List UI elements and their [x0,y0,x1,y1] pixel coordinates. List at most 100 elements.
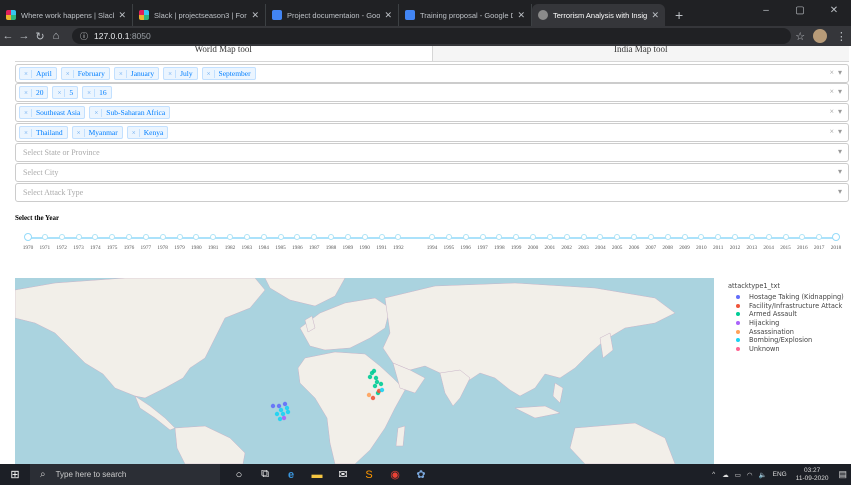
attack-marker[interactable] [374,379,380,385]
slider-dot[interactable] [260,234,267,240]
selected-chip[interactable]: × Kenya [126,126,169,139]
forward-icon[interactable]: → [16,30,32,42]
close-tab-icon[interactable]: ✕ [251,10,259,21]
chevron-down-icon[interactable]: ▾ [838,147,842,156]
slider-dot[interactable] [159,234,166,240]
chip-remove-icon[interactable]: × [119,69,127,78]
year-tick-label[interactable]: 2007 [646,245,657,251]
attack-type-dropdown[interactable]: Select Attack Type ▾ [15,183,849,202]
windows-start-icon[interactable]: ⊞ [0,468,30,481]
year-tick-label[interactable]: 1988 [326,245,337,251]
year-tick-label[interactable]: 1984 [258,245,269,251]
back-icon[interactable]: ← [0,30,16,42]
year-range-slider[interactable] [24,233,840,241]
attack-marker[interactable] [270,403,276,409]
state-dropdown[interactable]: Select State or Province ▾ [15,143,849,162]
selected-chip[interactable]: × Thailand [19,126,68,139]
slider-dot[interactable] [328,234,334,240]
chip-remove-icon[interactable]: × [24,88,32,97]
attack-marker[interactable] [367,374,373,380]
month-dropdown[interactable]: × April × February × January × July × September ×… [15,64,849,83]
attack-marker[interactable] [378,381,384,387]
browser-tab-active[interactable]: Terrorism Analysis with Insights ✕ [532,4,665,26]
legend-item[interactable]: Unknown [728,345,844,354]
slider-dot[interactable] [563,234,570,240]
browser-tab[interactable]: Project documentaion - Google D ✕ [266,4,399,26]
country-dropdown[interactable]: × Thailand × Myanmar × Kenya × ▾ [15,123,849,142]
clear-icon[interactable]: × [829,107,834,116]
legend-item[interactable]: Hijacking [728,319,844,328]
chevron-down-icon[interactable]: ▾ [838,127,842,136]
slider-handle-end[interactable] [832,233,840,241]
year-tick-label[interactable]: 1999 [511,245,522,251]
chip-remove-icon[interactable]: × [207,69,215,78]
year-tick-label[interactable]: 2011 [713,245,723,251]
bookmark-star-icon[interactable]: ☆ [795,30,805,43]
year-tick-label[interactable]: 2010 [696,245,707,251]
world-map[interactable] [15,278,714,464]
chevron-down-icon[interactable]: ▾ [838,87,842,96]
city-dropdown[interactable]: Select City ▾ [15,163,849,182]
info-icon[interactable]: ⓘ [80,31,88,42]
year-tick-label[interactable]: 2001 [545,245,556,251]
dropdown-controls[interactable]: × ▾ [829,68,842,77]
browser-tab[interactable]: Training proposal - Google Docs ✕ [399,4,532,26]
slider-dot[interactable] [92,234,99,240]
slider-dot[interactable] [513,234,520,240]
slider-dot[interactable] [765,234,772,240]
year-tick-label[interactable]: 2005 [612,245,623,251]
attack-marker[interactable] [285,409,291,415]
attack-marker[interactable] [372,383,378,389]
chevron-down-icon[interactable]: ▾ [838,107,842,116]
new-tab-button[interactable]: + [665,4,693,26]
slider-dot[interactable] [193,234,200,240]
slider-dot[interactable] [631,234,637,240]
slider-dot[interactable] [176,234,183,240]
chevron-down-icon[interactable]: ▾ [838,68,842,77]
year-tick-label[interactable]: 1972 [56,245,67,251]
slider-dot[interactable] [395,234,402,240]
close-tab-icon[interactable]: ✕ [651,10,659,21]
wifi-icon[interactable]: ◠ [747,471,753,479]
slider-dot[interactable] [681,234,688,240]
year-tick-label[interactable]: 2017 [814,245,825,251]
attack-marker[interactable] [370,395,376,401]
attack-marker[interactable] [274,411,280,417]
selected-chip[interactable]: × July [163,67,198,80]
chip-remove-icon[interactable]: × [132,128,140,137]
year-tick-label[interactable]: 1991 [376,245,387,251]
reload-icon[interactable]: ↻ [32,30,48,43]
slider-handle-start[interactable] [24,233,32,241]
slider-dot[interactable] [378,234,385,240]
slider-dot[interactable] [698,234,705,240]
selected-chip[interactable]: × 16 [82,86,112,99]
year-tick-label[interactable]: 2009 [679,245,690,251]
year-tick-label[interactable]: 1995 [444,245,455,251]
year-tick-label[interactable]: 1986 [292,245,303,251]
year-tick-label[interactable]: 1973 [73,245,84,251]
address-bar[interactable]: ⓘ 127.0.0.1:8050 [72,28,791,44]
selected-chip[interactable]: × 5 [52,86,79,99]
slider-dot[interactable] [799,234,806,240]
day-dropdown[interactable]: × 20 × 5 × 16 × ▾ [15,83,849,102]
slider-dot[interactable] [344,234,351,240]
chip-remove-icon[interactable]: × [24,108,32,117]
selected-chip[interactable]: × Sub-Saharan Africa [89,106,171,119]
year-tick-label[interactable]: 1997 [477,245,488,251]
year-tick-label[interactable]: 1990 [359,245,370,251]
year-tick-label[interactable]: 1981 [208,245,219,251]
browser-tab[interactable]: Slack | projectseason3 | Forsk Co ✕ [133,4,266,26]
minimize-button[interactable]: – [749,0,783,22]
year-tick-label[interactable]: 2006 [629,245,640,251]
slider-dot[interactable] [243,234,250,240]
python-icon[interactable]: ✿ [408,464,434,485]
slider-dot[interactable] [311,234,318,240]
slider-dot[interactable] [597,234,604,240]
slider-dot[interactable] [277,234,284,240]
slider-dot[interactable] [294,234,301,240]
legend-item[interactable]: Bombing/Explosion [728,336,844,345]
chevron-down-icon[interactable]: ▾ [838,167,842,176]
slider-dot[interactable] [429,234,435,240]
year-tick-label[interactable]: 1998 [494,245,505,251]
year-tick-label[interactable]: 2018 [831,245,842,251]
